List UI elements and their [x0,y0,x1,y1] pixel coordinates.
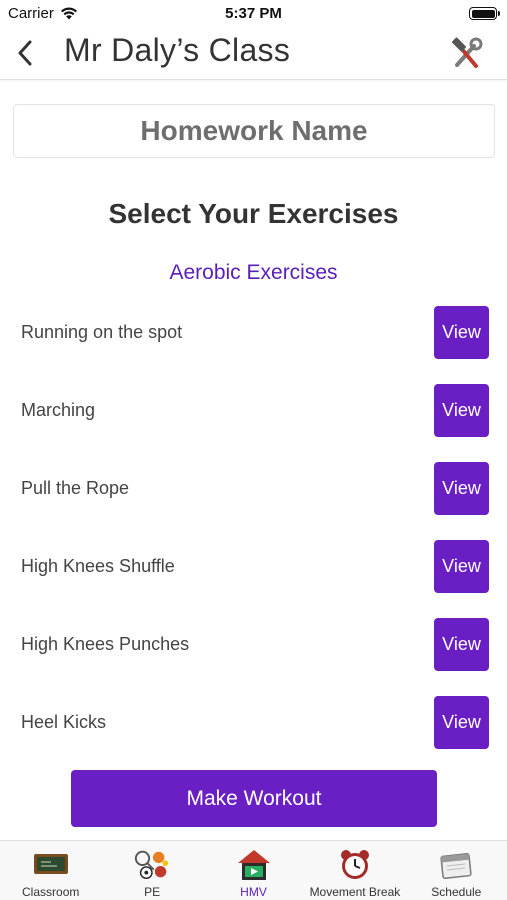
exercise-label: High Knees Punches [21,634,190,654]
exercise-label: Heel Kicks [21,712,107,732]
view-button[interactable]: View [434,462,489,515]
status-bar: Carrier 5:37 PM [0,0,507,26]
status-time: 5:37 PM [225,5,282,22]
tab-label: PE [144,885,161,899]
chalkboard-icon [32,847,70,883]
view-button[interactable]: View [434,696,489,749]
tab-pe[interactable]: PE [101,841,202,900]
view-button[interactable]: View [434,618,489,671]
chevron-left-icon [18,40,32,66]
homework-name-input[interactable] [13,104,495,158]
list-item: Running on the spot View [0,306,507,384]
page-title: Mr Daly’s Class [64,32,291,68]
view-button[interactable]: View [434,306,489,359]
tab-label: Classroom [22,885,80,899]
list-item: Heel Kicks View [0,696,507,774]
tab-classroom[interactable]: Classroom [0,841,101,900]
make-workout-button[interactable]: Make Workout [71,770,437,827]
tab-bar: Classroom PE HMV Movement Break Schedule [0,840,507,900]
list-item: High Knees Shuffle View [0,540,507,618]
tab-movement-break[interactable]: Movement Break [304,841,405,900]
sports-balls-icon [133,847,171,883]
exercise-label: Pull the Rope [21,478,130,498]
tab-label: HMV [240,885,267,899]
battery-icon [469,7,500,20]
alarm-clock-icon [336,847,374,883]
view-button[interactable]: View [434,540,489,593]
nav-bar: Mr Daly’s Class [0,26,507,80]
list-item: Pull the Rope View [0,462,507,540]
list-item: High Knees Punches View [0,618,507,696]
tab-schedule[interactable]: Schedule [406,841,507,900]
category-title: Aerobic Exercises [169,261,338,284]
exercise-label: Running on the spot [21,322,183,342]
back-button[interactable] [10,36,40,70]
exercise-list: Running on the spot View Marching View P… [0,306,507,774]
exercise-label: High Knees Shuffle [21,556,175,576]
tab-label: Movement Break [309,885,401,899]
calendar-icon [437,847,475,883]
tab-hmv[interactable]: HMV [203,841,304,900]
tools-button[interactable] [449,36,485,72]
list-item: Marching View [0,384,507,462]
exercise-label: Marching [21,400,96,420]
house-film-icon [235,847,273,883]
view-button[interactable]: View [434,384,489,437]
tab-label: Schedule [431,885,482,899]
hammer-wrench-icon [451,37,483,68]
section-title: Select Your Exercises [108,198,399,229]
